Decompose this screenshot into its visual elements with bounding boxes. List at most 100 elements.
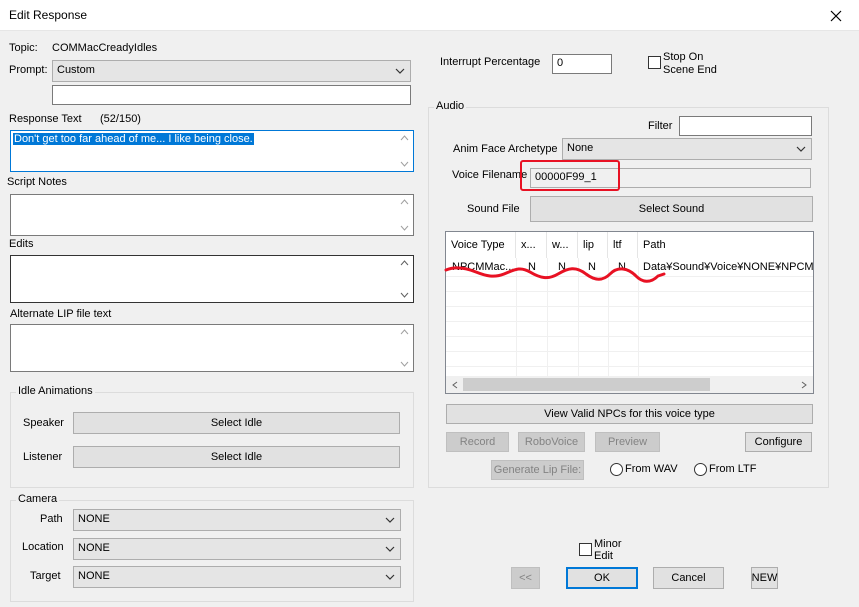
chevron-down-icon bbox=[796, 146, 806, 152]
prompt-label: Prompt: bbox=[9, 64, 48, 76]
scroll-down-arrow-icon[interactable] bbox=[400, 225, 409, 231]
scroll-right-arrow-icon[interactable] bbox=[801, 381, 807, 389]
edits-label: Edits bbox=[9, 238, 34, 250]
camera-title: Camera bbox=[16, 493, 60, 505]
edits-scrollbar[interactable] bbox=[396, 256, 413, 302]
view-valid-npcs-button[interactable]: View Valid NPCs for this voice type bbox=[446, 404, 813, 424]
row-gridline bbox=[446, 336, 813, 337]
response-text-scrollbar[interactable] bbox=[396, 131, 413, 171]
row-gridline bbox=[446, 351, 813, 352]
title-bar: Edit Response bbox=[0, 0, 859, 31]
interrupt-percentage-label: Interrupt Percentage bbox=[440, 56, 541, 68]
stop-on-scene-end-label-1: Stop On bbox=[663, 51, 704, 63]
column-header-path[interactable]: Path bbox=[638, 232, 813, 258]
voice-filename-field: 00000F99_1 bbox=[530, 168, 811, 188]
stop-on-scene-end-checkbox[interactable] bbox=[648, 56, 661, 69]
sound-file-label: Sound File bbox=[467, 203, 520, 215]
table-cell-voice-type: NPCMMac... bbox=[452, 261, 515, 273]
previous-button[interactable]: << bbox=[511, 567, 540, 589]
anim-face-archetype-label: Anim Face Archetype bbox=[453, 143, 558, 155]
response-text-area[interactable]: Don't get too far ahead of me... I like … bbox=[10, 130, 414, 172]
robovoice-button[interactable]: RoboVoice bbox=[518, 432, 585, 452]
camera-location-dropdown[interactable]: NONE bbox=[73, 538, 401, 560]
script-notes-scrollbar[interactable] bbox=[396, 195, 413, 235]
table-horizontal-scrollbar[interactable] bbox=[446, 376, 813, 393]
column-header-lip[interactable]: lip bbox=[578, 232, 608, 258]
audio-title: Audio bbox=[434, 100, 467, 112]
minor-edit-checkbox[interactable] bbox=[579, 543, 592, 556]
scroll-up-arrow-icon[interactable] bbox=[400, 260, 409, 266]
record-button[interactable]: Record bbox=[446, 432, 509, 452]
stop-on-scene-end-label-2: Scene End bbox=[663, 64, 717, 76]
camera-location-value: NONE bbox=[78, 542, 110, 554]
new-button[interactable]: NEW bbox=[751, 567, 778, 589]
column-header-voice-type[interactable]: Voice Type bbox=[446, 232, 516, 258]
edits-area[interactable] bbox=[10, 255, 414, 303]
idle-animations-group bbox=[10, 392, 414, 488]
ok-button[interactable]: OK bbox=[566, 567, 638, 589]
alternate-lip-scrollbar[interactable] bbox=[396, 325, 413, 371]
scrollbar-thumb[interactable] bbox=[463, 378, 710, 391]
camera-path-dropdown[interactable]: NONE bbox=[73, 509, 401, 531]
prompt-dropdown-value: Custom bbox=[57, 64, 95, 76]
column-header-x[interactable]: x... bbox=[516, 232, 547, 258]
script-notes-area[interactable] bbox=[10, 194, 414, 236]
scroll-down-arrow-icon[interactable] bbox=[400, 292, 409, 298]
scroll-up-arrow-icon[interactable] bbox=[400, 135, 409, 141]
from-ltf-radio[interactable] bbox=[694, 463, 707, 476]
minor-edit-label-2: Edit bbox=[594, 550, 613, 562]
listener-label: Listener bbox=[23, 451, 63, 463]
scroll-up-arrow-icon[interactable] bbox=[400, 329, 409, 335]
table-cell-w: N bbox=[558, 261, 566, 273]
from-ltf-label: From LTF bbox=[709, 463, 757, 475]
column-header-ltf[interactable]: ltf bbox=[608, 232, 638, 258]
from-wav-label: From WAV bbox=[625, 463, 678, 475]
alternate-lip-area[interactable] bbox=[10, 324, 414, 372]
chevron-down-icon bbox=[385, 546, 395, 552]
from-wav-radio[interactable] bbox=[610, 463, 623, 476]
row-gridline bbox=[446, 366, 813, 367]
voice-type-table[interactable]: Voice Type x... w... lip ltf Path NPCMMa… bbox=[445, 231, 814, 394]
configure-button[interactable]: Configure bbox=[745, 432, 812, 452]
anim-face-archetype-dropdown[interactable]: None bbox=[562, 138, 812, 160]
prompt-custom-input[interactable] bbox=[52, 85, 411, 105]
listener-select-idle-button[interactable]: Select Idle bbox=[73, 446, 400, 468]
script-notes-label: Script Notes bbox=[7, 176, 67, 188]
preview-button[interactable]: Preview bbox=[595, 432, 660, 452]
response-text-value: Don't get too far ahead of me... I like … bbox=[13, 133, 254, 145]
camera-location-label: Location bbox=[22, 541, 64, 553]
close-button[interactable] bbox=[813, 0, 859, 31]
chevron-down-icon bbox=[385, 517, 395, 523]
scroll-left-arrow-icon[interactable] bbox=[452, 381, 458, 389]
topic-value: COMMacCreadyIdles bbox=[52, 42, 158, 54]
camera-target-value: NONE bbox=[78, 570, 110, 582]
prompt-dropdown[interactable]: Custom bbox=[52, 60, 411, 82]
speaker-label: Speaker bbox=[23, 417, 64, 429]
camera-path-value: NONE bbox=[78, 513, 110, 525]
generate-lip-file-button[interactable]: Generate Lip File: bbox=[491, 460, 584, 480]
table-cell-lip: N bbox=[588, 261, 596, 273]
scroll-down-arrow-icon[interactable] bbox=[400, 161, 409, 167]
row-gridline bbox=[446, 276, 813, 277]
filter-input[interactable] bbox=[679, 116, 812, 136]
minor-edit-label-1: Minor bbox=[594, 538, 622, 550]
scroll-up-arrow-icon[interactable] bbox=[400, 199, 409, 205]
select-sound-button[interactable]: Select Sound bbox=[530, 196, 813, 222]
anim-face-archetype-value: None bbox=[567, 142, 594, 154]
close-icon bbox=[830, 10, 842, 21]
camera-path-label: Path bbox=[40, 513, 63, 525]
row-gridline bbox=[446, 321, 813, 322]
filter-label: Filter bbox=[648, 120, 673, 132]
table-cell-ltf: N bbox=[618, 261, 626, 273]
response-text-count: (52/150) bbox=[100, 113, 141, 125]
camera-target-dropdown[interactable]: NONE bbox=[73, 566, 401, 588]
cancel-button[interactable]: Cancel bbox=[653, 567, 724, 589]
scroll-down-arrow-icon[interactable] bbox=[400, 361, 409, 367]
camera-target-label: Target bbox=[30, 570, 61, 582]
interrupt-percentage-input[interactable]: 0 bbox=[552, 54, 612, 74]
speaker-select-idle-button[interactable]: Select Idle bbox=[73, 412, 400, 434]
row-gridline bbox=[446, 306, 813, 307]
column-header-w[interactable]: w... bbox=[547, 232, 578, 258]
response-text-label: Response Text bbox=[9, 113, 82, 125]
chevron-down-icon bbox=[385, 574, 395, 580]
